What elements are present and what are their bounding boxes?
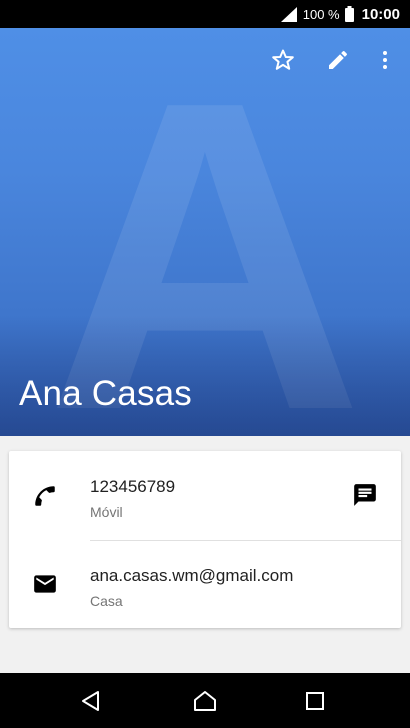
edit-button[interactable] bbox=[322, 44, 354, 76]
recents-button[interactable] bbox=[300, 686, 330, 716]
contact-details-card: 123456789 Móvil ana.casas.wm@gmail.com C… bbox=[9, 451, 401, 628]
navigation-bar bbox=[0, 673, 410, 728]
back-icon bbox=[82, 691, 99, 711]
signal-icon bbox=[280, 7, 297, 22]
edit-icon bbox=[329, 50, 348, 69]
message-icon bbox=[354, 484, 376, 506]
more-vert-icon bbox=[383, 51, 387, 69]
email-icon bbox=[34, 575, 56, 593]
more-options-button[interactable] bbox=[369, 44, 401, 76]
home-icon bbox=[194, 691, 216, 711]
back-button[interactable] bbox=[76, 686, 106, 716]
home-button[interactable] bbox=[190, 686, 220, 716]
contact-name: Ana Casas bbox=[19, 374, 193, 413]
phone-row[interactable]: 123456789 Móvil bbox=[9, 451, 401, 539]
email-row[interactable]: ana.casas.wm@gmail.com Casa bbox=[9, 541, 401, 629]
battery-icon bbox=[344, 6, 354, 22]
star-icon bbox=[272, 49, 294, 70]
email-address: ana.casas.wm@gmail.com bbox=[90, 566, 294, 585]
clock: 10:00 bbox=[361, 5, 400, 23]
send-message-button[interactable] bbox=[349, 479, 381, 511]
recents-icon bbox=[306, 692, 324, 710]
email-type: Casa bbox=[90, 593, 123, 609]
phone-icon bbox=[35, 486, 55, 506]
contact-header: A Ana Casas bbox=[0, 28, 410, 436]
battery-percentage: 100 % bbox=[302, 6, 340, 22]
phone-type: Móvil bbox=[90, 504, 123, 520]
status-bar: 100 % 10:00 bbox=[0, 0, 410, 28]
favorite-button[interactable] bbox=[267, 44, 299, 76]
phone-number: 123456789 bbox=[90, 477, 176, 496]
